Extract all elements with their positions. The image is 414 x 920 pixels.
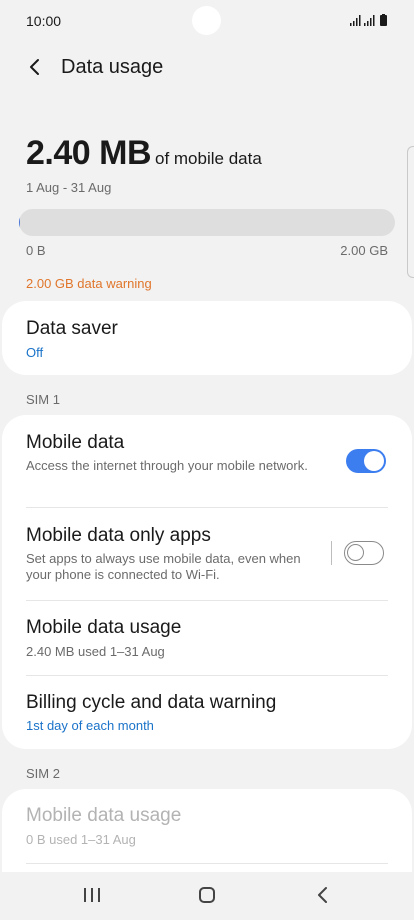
usage-scale-max: 2.00 GB [340,243,388,258]
sim2-mobile-data-usage-title: Mobile data usage [26,805,182,826]
mobile-data-usage-title: Mobile data usage [26,617,182,638]
billing-cycle-title: Billing cycle and data warning [26,692,277,713]
app-header: Data usage [0,48,414,88]
mobile-data-only-apps-toggle[interactable] [344,541,384,565]
mobile-data-row[interactable]: Mobile data Access the internet through … [2,415,412,507]
status-time: 10:00 [26,13,62,29]
mobile-data-desc: Access the internet through your mobile … [26,458,308,473]
data-saver-card[interactable]: Data saver Off [2,301,412,375]
signal-battery-icons [350,14,387,26]
data-saver-status: Off [26,345,44,360]
data-warning-label: 2.00 GB data warning [26,276,152,291]
status-bar: 10:00 [0,0,414,42]
toggle-knob [347,544,364,561]
divider [26,863,388,864]
mobile-data-toggle[interactable] [346,449,386,473]
camera-cutout [192,6,221,35]
usage-progress-bar [19,209,395,236]
data-saver-title: Data saver [26,318,118,339]
sim2-mobile-data-usage-row[interactable]: Mobile data usage 0 B used 1–31 Aug [2,789,412,863]
chevron-left-icon[interactable] [20,52,50,82]
usage-summary: 2.40 MB of mobile data [26,134,262,173]
usage-amount: 2.40 MB [26,134,152,172]
page-title: Data usage [61,56,164,78]
home-icon[interactable] [192,882,222,908]
mobile-data-only-apps-row[interactable]: Mobile data only apps Set apps to always… [2,508,412,600]
navigation-bar [0,872,414,920]
scrollbar[interactable] [407,146,414,278]
sim1-card: Mobile data Access the internet through … [2,415,412,749]
toggle-knob [364,451,384,471]
mobile-data-only-apps-title: Mobile data only apps [26,525,211,546]
recent-apps-icon[interactable] [77,882,107,908]
usage-suffix: of mobile data [155,149,262,168]
usage-period: 1 Aug - 31 Aug [26,180,112,195]
sim2-section-label: SIM 2 [26,766,60,781]
sim2-mobile-data-usage-desc: 0 B used 1–31 Aug [26,832,136,847]
billing-cycle-desc: 1st day of each month [26,718,154,733]
divider-vertical [331,541,332,565]
mobile-data-title: Mobile data [26,432,125,453]
mobile-data-only-apps-desc: Set apps to always use mobile data, even… [26,551,301,582]
usage-scale-min: 0 B [26,243,46,258]
sim1-section-label: SIM 1 [26,392,60,407]
nav-back-icon[interactable] [308,882,338,908]
mobile-data-usage-desc: 2.40 MB used 1–31 Aug [26,644,165,659]
mobile-data-usage-row[interactable]: Mobile data usage 2.40 MB used 1–31 Aug [2,601,412,675]
billing-cycle-row[interactable]: Billing cycle and data warning 1st day o… [2,676,412,749]
